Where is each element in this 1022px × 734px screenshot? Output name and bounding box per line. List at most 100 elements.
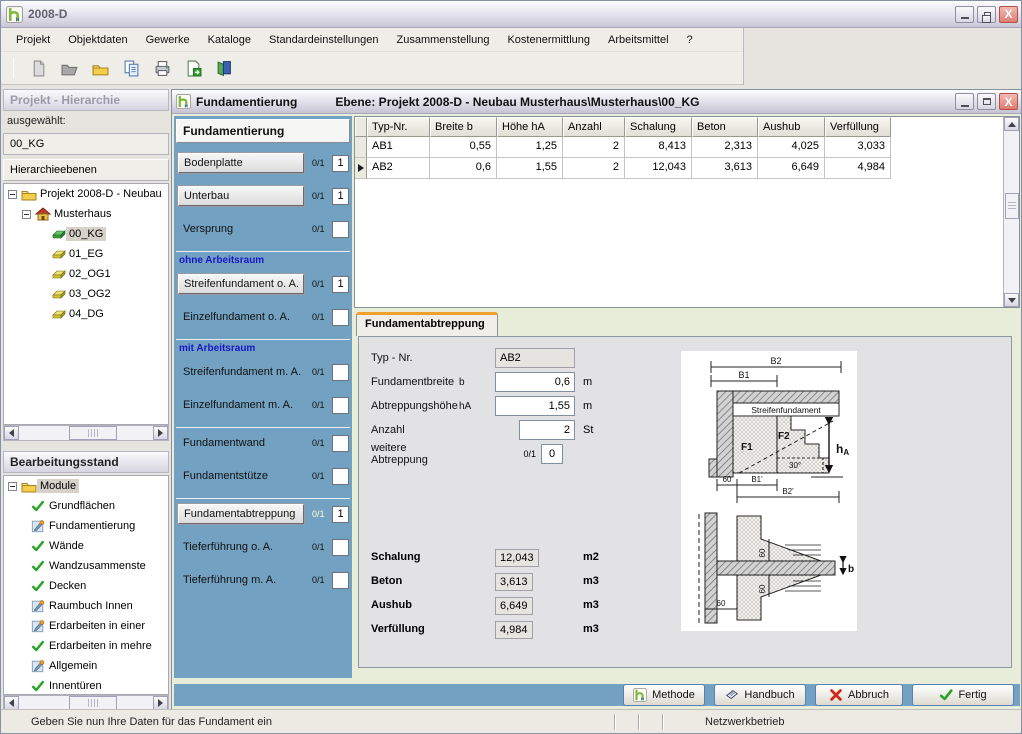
module-allgemein[interactable]: Allgemein: [4, 656, 168, 676]
quantity-box[interactable]: [332, 468, 349, 485]
fertig-button[interactable]: Fertig: [912, 684, 1014, 706]
quantity-box[interactable]: [332, 572, 349, 589]
scroll-down-icon[interactable]: [1004, 293, 1019, 307]
form-input[interactable]: 0: [541, 444, 563, 464]
menu-objektdaten[interactable]: Objektdaten: [59, 30, 136, 50]
scroll-thumb[interactable]: [69, 426, 117, 440]
abbruch-button[interactable]: Abbruch: [815, 684, 903, 706]
form-input[interactable]: 1,55: [495, 396, 575, 416]
table-row[interactable]: AB2 0,6 1,55 2 12,043 3,613 6,649 4,984: [355, 158, 1019, 179]
handbuch-button[interactable]: Handbuch: [714, 684, 806, 706]
module-waende[interactable]: Wände: [4, 536, 168, 556]
scroll-left-icon[interactable]: [4, 426, 19, 440]
sidebar-item-versprung[interactable]: Versprung: [178, 220, 304, 238]
open-folder-icon[interactable]: [89, 57, 111, 79]
close-button[interactable]: X: [999, 6, 1018, 23]
sidebar-item-tieferfuehrung-oa[interactable]: Tieferführung o. A.: [178, 538, 304, 556]
print-icon[interactable]: [151, 57, 173, 79]
module-raumbuch-innen[interactable]: Raumbuch Innen: [4, 596, 168, 616]
menu-hilfe[interactable]: ?: [678, 30, 702, 50]
svg-text:60: 60: [758, 584, 767, 593]
scroll-up-icon[interactable]: [1004, 117, 1019, 131]
module-status-icon: [30, 599, 46, 613]
menu-arbeitsmittel[interactable]: Arbeitsmittel: [599, 30, 678, 50]
table-scrollbar[interactable]: [1003, 117, 1019, 307]
module-innentueren[interactable]: Innentüren: [4, 676, 168, 695]
column-header[interactable]: Verfüllung: [825, 117, 891, 137]
tree-node-02-og1[interactable]: 02_OG1: [4, 264, 168, 284]
sidebar-item-bodenplatte[interactable]: Bodenplatte: [178, 153, 304, 173]
sidebar-item-fundamentstuetze[interactable]: Fundamentstütze: [178, 467, 304, 485]
quantity-box[interactable]: 1: [332, 188, 349, 205]
restore-button[interactable]: [977, 6, 996, 23]
tree-node-musterhaus[interactable]: Musterhaus: [4, 204, 168, 224]
export-icon[interactable]: [182, 57, 204, 79]
menu-projekt[interactable]: Projekt: [7, 30, 59, 50]
new-document-icon[interactable]: [27, 57, 49, 79]
scroll-left-icon[interactable]: [4, 696, 19, 710]
exit-icon[interactable]: [213, 57, 235, 79]
form-input[interactable]: 2: [519, 420, 575, 440]
hierarchy-scrollbar[interactable]: [3, 425, 169, 441]
module-grundflaechen[interactable]: Grundflächen: [4, 496, 168, 516]
quantity-box[interactable]: [332, 397, 349, 414]
column-header[interactable]: Aushub: [758, 117, 825, 137]
inner-minimize-button[interactable]: [955, 93, 974, 110]
module-wandzusammenstellung[interactable]: Wandzusammenste: [4, 556, 168, 576]
tree-node-00-kg[interactable]: 00_KG: [4, 224, 168, 244]
sidebar-item-streifenfundament-ma[interactable]: Streifenfundament m. A.: [178, 363, 304, 381]
tab-fundamentabtreppung[interactable]: Fundamentabtreppung: [356, 312, 498, 336]
minimize-button[interactable]: [955, 6, 974, 23]
menu-kataloge[interactable]: Kataloge: [199, 30, 260, 50]
quantity-box[interactable]: 1: [332, 276, 349, 293]
menu-kostenermittlung[interactable]: Kostenermittlung: [498, 30, 599, 50]
scroll-thumb[interactable]: [69, 696, 117, 710]
collapse-icon[interactable]: [22, 210, 31, 219]
tree-node-01-eg[interactable]: 01_EG: [4, 244, 168, 264]
column-header[interactable]: Beton: [692, 117, 758, 137]
quantity-box[interactable]: 1: [332, 155, 349, 172]
sidebar-item-streifenfundament-oa[interactable]: Streifenfundament o. A.: [178, 274, 304, 294]
module-node-root[interactable]: Module: [4, 476, 168, 496]
copy-icon[interactable]: [120, 57, 142, 79]
scroll-right-icon[interactable]: [153, 426, 168, 440]
column-header[interactable]: Typ-Nr.: [367, 117, 430, 137]
form-input[interactable]: 0,6: [495, 372, 575, 392]
menu-gewerke[interactable]: Gewerke: [137, 30, 199, 50]
sidebar-item-einzelfundament-ma[interactable]: Einzelfundament m. A.: [178, 396, 304, 414]
module-erdarbeiten-einer[interactable]: Erdarbeiten in einer: [4, 616, 168, 636]
sidebar-item-einzelfundament-oa[interactable]: Einzelfundament o. A.: [178, 308, 304, 326]
open-icon[interactable]: [58, 57, 80, 79]
column-header[interactable]: Anzahl: [563, 117, 625, 137]
menu-standardeinstellungen[interactable]: Standardeinstellungen: [260, 30, 387, 50]
quantity-box[interactable]: [332, 221, 349, 238]
module-decken[interactable]: Decken: [4, 576, 168, 596]
scroll-thumb[interactable]: [1005, 193, 1019, 219]
menu-zusammenstellung[interactable]: Zusammenstellung: [388, 30, 499, 50]
inner-close-button[interactable]: X: [999, 93, 1018, 110]
quantity-box[interactable]: [332, 539, 349, 556]
tree-node-04-dg[interactable]: 04_DG: [4, 304, 168, 324]
inner-maximize-button[interactable]: [977, 93, 996, 110]
quantity-box[interactable]: [332, 435, 349, 452]
methode-button[interactable]: Methode: [623, 684, 705, 706]
module-erdarbeiten-mehreren[interactable]: Erdarbeiten in mehre: [4, 636, 168, 656]
column-header[interactable]: Breite b: [430, 117, 497, 137]
quantity-box[interactable]: 1: [332, 506, 349, 523]
tree-node-projekt[interactable]: Projekt 2008-D - Neubau: [4, 184, 168, 204]
sidebar-item-tieferfuehrung-ma[interactable]: Tieferführung m. A.: [178, 571, 304, 589]
form-input[interactable]: AB2: [495, 348, 575, 368]
collapse-icon[interactable]: [8, 482, 17, 491]
collapse-icon[interactable]: [8, 190, 17, 199]
scroll-right-icon[interactable]: [153, 696, 168, 710]
sidebar-item-fundamentwand[interactable]: Fundamentwand: [178, 434, 304, 452]
sidebar-item-unterbau[interactable]: Unterbau: [178, 186, 304, 206]
column-header[interactable]: Schalung: [625, 117, 692, 137]
tree-node-03-og2[interactable]: 03_OG2: [4, 284, 168, 304]
sidebar-item-fundamentabtreppung[interactable]: Fundamentabtreppung: [178, 504, 304, 524]
table-row[interactable]: AB1 0,55 1,25 2 8,413 2,313 4,025 3,033: [355, 137, 1019, 158]
module-fundamentierung[interactable]: Fundamentierung: [4, 516, 168, 536]
column-header[interactable]: Höhe hA: [497, 117, 563, 137]
quantity-box[interactable]: [332, 364, 349, 381]
quantity-box[interactable]: [332, 309, 349, 326]
